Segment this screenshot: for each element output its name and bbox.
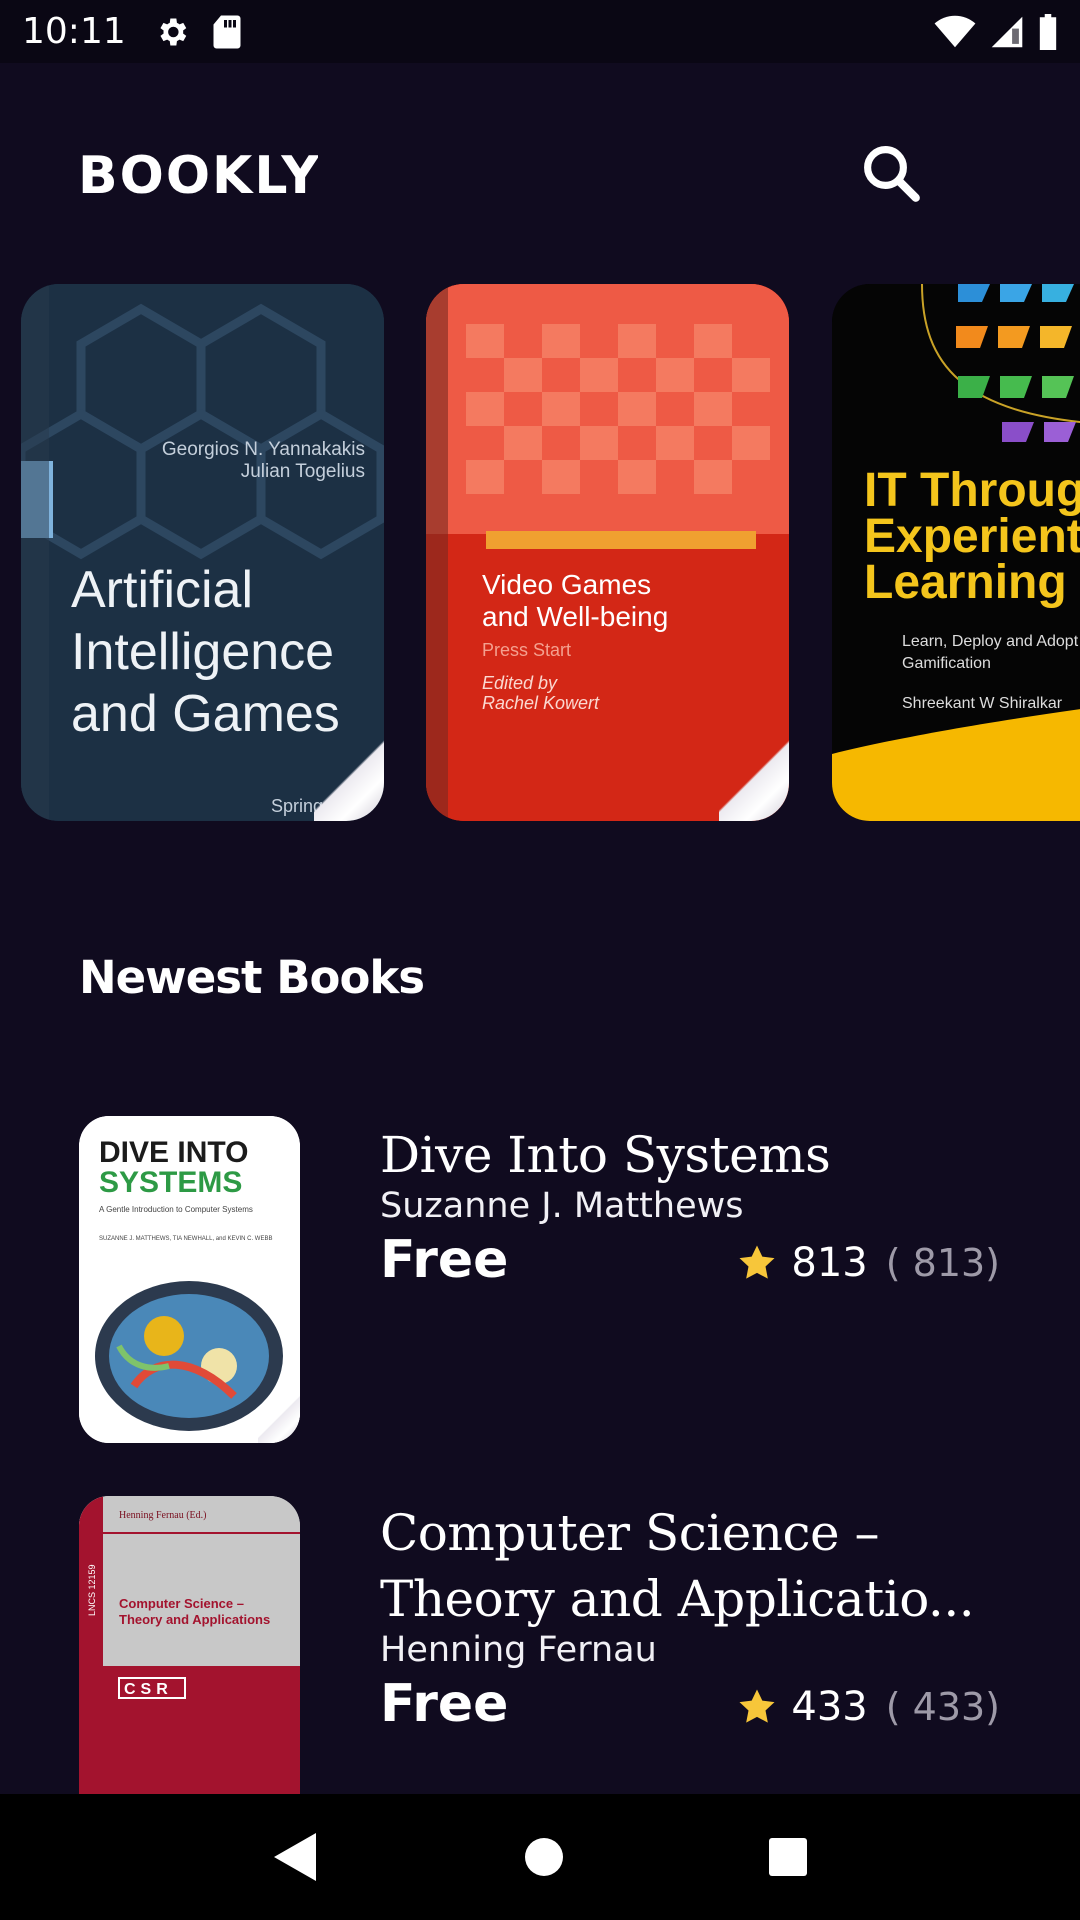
status-time: 10:11 [22,11,126,52]
cover-1-title-2: Intelligence [71,623,334,681]
back-triangle-icon[interactable] [272,1831,320,1883]
book-thumbnail-1[interactable]: DIVE INTO SYSTEMS A Gentle Introduction … [79,1116,300,1443]
thumb-1-tagline: A Gentle Introduction to Computer System… [99,1205,253,1214]
status-bar: 10:11 [0,0,1080,63]
rating-value-2: 433 [791,1684,868,1730]
cover-1-title-3: and Games [71,685,340,743]
book-info-2: Computer Science – Theory and Applicatio… [380,1496,1000,1744]
book-cover-2: Video Games and Well-being Press Start E… [426,284,789,821]
thumb-1-line-1: DIVE INTO [99,1136,248,1169]
cover-2-subtitle: Press Start [482,640,571,660]
cover-2-title-2: and Well-being [482,601,668,632]
cover-3-title-3: Learning [864,556,1067,609]
thumb-2-editor: Henning Fernau (Ed.) [119,1510,206,1521]
cover-3-author: Shreekant W Shiralkar [902,695,1063,712]
page-curl-icon [314,735,384,821]
cover-1-author-2: Julian Togelius [241,461,365,482]
page-curl-icon [258,1393,300,1443]
settings-gear-icon [160,18,186,45]
thumb-1-authors: SUZANNE J. MATTHEWS, TIA NEWHALL, and KE… [99,1236,272,1242]
logo-text: BOOKLY [78,146,318,203]
book-price-1: Free [380,1230,509,1290]
system-nav-bar [0,1794,1080,1920]
cover-3-subtitle-2: Gamification [902,655,991,672]
search-button[interactable] [855,137,927,209]
battery-icon [1039,13,1057,50]
app-content: BOOKLY Georgios N. Yannakakis Julian Tog… [0,63,1080,1794]
featured-book-card-1[interactable]: Georgios N. Yannakakis Julian Togelius A… [21,284,384,821]
thumb-2-title-1: Computer Science – [119,1596,244,1611]
thumb-1-line-2: SYSTEMS [99,1166,242,1199]
cover-1-title-1: Artificial [71,561,253,619]
thumb-2-series: LNCS 12159 [87,1564,97,1616]
cover-1-author-1: Georgios N. Yannakakis [162,439,365,460]
wifi-icon [934,15,976,47]
cell-signal-icon [991,16,1023,47]
cover-3-subtitle-1: Learn, Deploy and Adopt [902,633,1079,650]
book-list-item-1[interactable]: DIVE INTO SYSTEMS A Gentle Introduction … [79,1116,1079,1443]
book-cover-3: IT Through Experientia Learning Learn, D… [832,284,1080,821]
book-cover-thumb-1: DIVE INTO SYSTEMS A Gentle Introduction … [79,1116,300,1443]
book-thumbnail-2[interactable]: Henning Fernau (Ed.) Computer Science – … [79,1496,300,1794]
book-title-1: Dive Into Systems [380,1126,831,1184]
bookly-logo: BOOKLY [78,146,318,203]
home-circle-icon[interactable] [524,1837,564,1877]
star-icon [739,1689,775,1723]
featured-book-card-3[interactable]: IT Through Experientia Learning Learn, D… [832,284,1080,821]
thumb-2-badge: CSR [124,1681,173,1698]
book-rating-2: 433 ( 433) [737,1684,1000,1730]
featured-book-card-2[interactable]: Video Games and Well-being Press Start E… [426,284,789,821]
rating-count-1: ( 813) [885,1241,1000,1285]
search-icon [864,146,920,202]
page-curl-icon [719,735,789,821]
book-author-2: Henning Fernau [380,1630,657,1670]
book-title-2-line-2: Theory and Applicatio... [380,1570,975,1628]
book-list-item-2[interactable]: Henning Fernau (Ed.) Computer Science – … [79,1496,1079,1794]
book-cover-1: Georgios N. Yannakakis Julian Togelius A… [21,284,384,821]
sd-card-icon [213,15,241,48]
book-rating-1: 813 ( 813) [737,1240,1000,1286]
book-info-1: Dive Into Systems Suzanne J. Matthews Fr… [380,1116,1000,1300]
book-author-1: Suzanne J. Matthews [380,1186,744,1226]
newest-books-heading: Newest Books [79,951,425,1004]
rating-count-2: ( 433) [885,1685,1000,1729]
cover-2-editor-1: Edited by [482,673,558,693]
star-icon [739,1245,775,1279]
recents-square-icon[interactable] [768,1837,808,1877]
rating-value-1: 813 [791,1240,868,1286]
book-price-2: Free [380,1674,509,1734]
cover-2-editor-2: Rachel Kowert [482,693,600,713]
cover-2-title-1: Video Games [482,569,651,600]
featured-carousel[interactable]: Georgios N. Yannakakis Julian Togelius A… [0,284,1080,824]
book-title-2-line-1: Computer Science – [380,1504,879,1562]
thumb-2-title-2: Theory and Applications [119,1612,270,1627]
book-cover-thumb-2: Henning Fernau (Ed.) Computer Science – … [79,1496,300,1794]
